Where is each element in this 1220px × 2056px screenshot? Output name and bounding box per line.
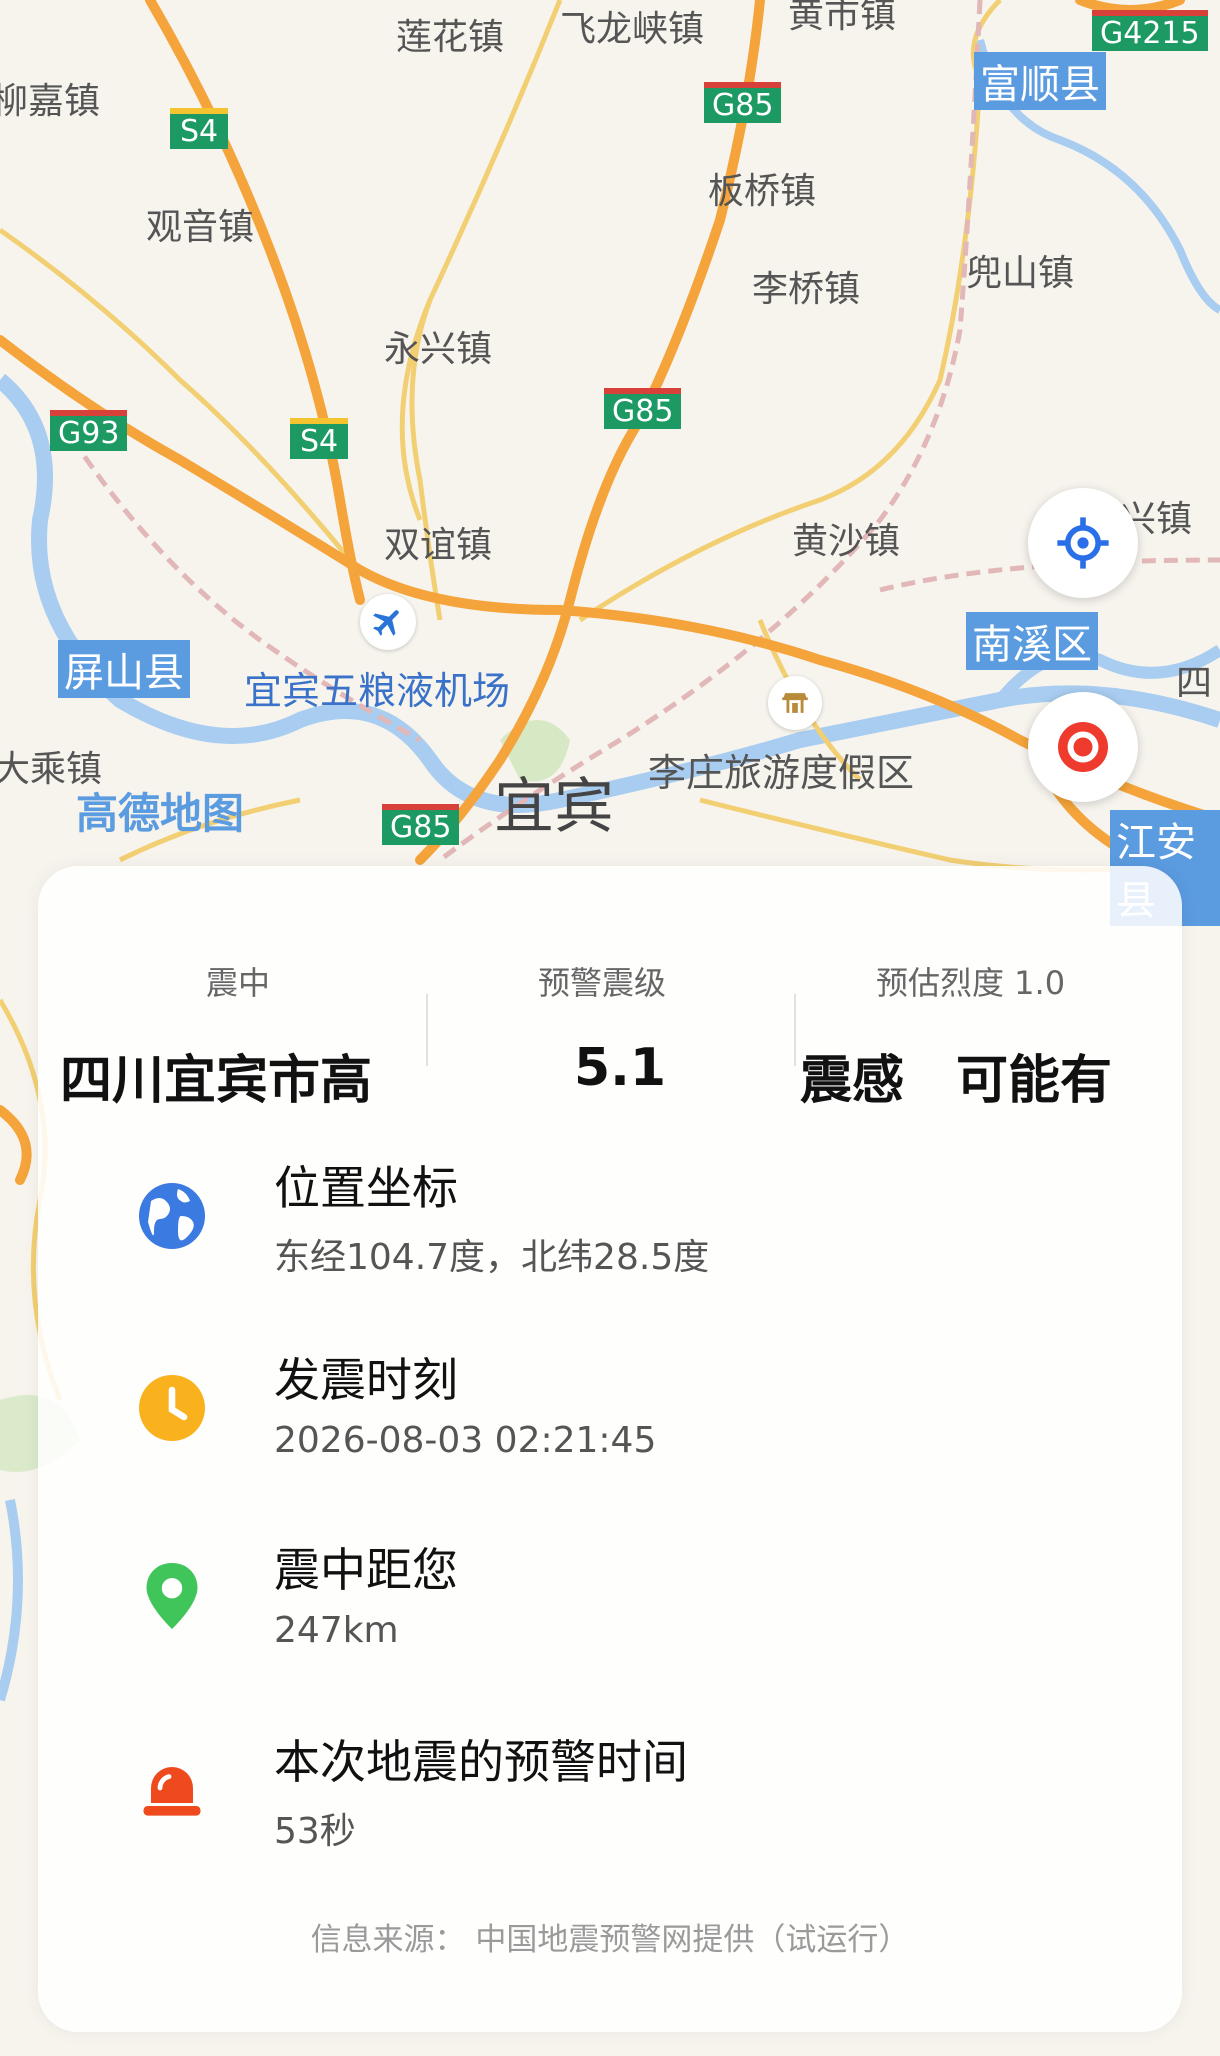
earthquake-info-card: 震中 预警震级 预估烈度 1.0 四川宜宾市高 5.1 震感 可能有 位置坐标 …	[38, 866, 1182, 2032]
distance-title: 震中距您	[274, 1543, 458, 1597]
locate-icon	[1057, 517, 1109, 569]
map-city-label: 宜宾	[494, 772, 614, 842]
highway-shield: G4215	[1092, 10, 1208, 51]
place-label: 飞龙峡镇	[560, 9, 705, 50]
magnitude-label: 预警震级	[538, 964, 667, 1002]
distance-value: 247km	[274, 1610, 399, 1651]
intensity-label: 预估烈度 1.0	[876, 964, 1066, 1002]
scenic-spot-icon	[768, 676, 822, 730]
highway-shield: G85	[704, 82, 782, 123]
data-source-note: 信息来源： 中国地震预警网提供（试运行）	[310, 1922, 910, 1958]
place-label: 柳嘉镇	[0, 81, 101, 122]
coordinates-title: 位置坐标	[274, 1161, 458, 1215]
county-label: 四	[1176, 663, 1213, 704]
intensity-value: 震感 可能有	[800, 1051, 1113, 1111]
occurrence-time-row: 发震时刻 2026-08-03 02:21:45	[38, 1344, 1182, 1494]
occurrence-time-value: 2026-08-03 02:21:45	[274, 1420, 657, 1461]
highway-shield: G85	[382, 804, 460, 845]
place-label: 宜宾五粮液机场	[244, 669, 511, 713]
place-label: 板桥镇	[708, 171, 817, 212]
highway-shield: G85	[604, 388, 682, 429]
map-logo: 高德地图	[76, 789, 245, 838]
highway-shield: S4	[170, 108, 229, 149]
location-pin-icon	[146, 1563, 198, 1629]
place-label: 黄沙镇	[792, 521, 901, 562]
place-label: 观音镇	[146, 207, 255, 248]
divider	[426, 994, 428, 1066]
coordinates-value: 东经104.7度，北纬28.5度	[274, 1237, 710, 1278]
locate-button[interactable]	[1028, 488, 1138, 598]
epicenter-marker-icon	[1058, 722, 1108, 772]
epicenter-button[interactable]	[1028, 692, 1138, 802]
divider	[794, 994, 796, 1066]
airport-icon	[360, 594, 416, 650]
epicenter-label: 震中	[206, 964, 271, 1002]
place-label: 莲花镇	[396, 17, 505, 58]
place-label: 永兴镇	[384, 329, 493, 370]
place-label: 双谊镇	[384, 525, 493, 566]
clock-icon	[139, 1375, 205, 1441]
place-label: 黄市镇	[788, 0, 897, 36]
county-label: 富顺县	[974, 52, 1106, 110]
county-label: 南溪区	[966, 612, 1098, 670]
highway-shield: S4	[290, 418, 349, 459]
globe-icon	[139, 1183, 205, 1249]
alarm-icon	[143, 1767, 201, 1816]
warning-time-title: 本次地震的预警时间	[274, 1735, 688, 1789]
distance-row: 震中距您 247km	[38, 1534, 1182, 1684]
highway-shield: G93	[50, 410, 128, 451]
county-label: 屏山县	[58, 640, 190, 698]
place-label: 兜山镇	[966, 253, 1075, 294]
warning-time-row: 本次地震的预警时间 53秒	[38, 1726, 1182, 1876]
coordinates-row: 位置坐标 东经104.7度，北纬28.5度	[38, 1152, 1182, 1302]
warning-time-value: 53秒	[274, 1811, 356, 1852]
place-label: 李庄旅游度假区	[648, 751, 915, 795]
occurrence-time-title: 发震时刻	[274, 1353, 458, 1407]
magnitude-value: 5.1	[574, 1038, 667, 1098]
epicenter-value: 四川宜宾市高	[60, 1051, 373, 1111]
place-label: 李桥镇	[752, 269, 861, 310]
